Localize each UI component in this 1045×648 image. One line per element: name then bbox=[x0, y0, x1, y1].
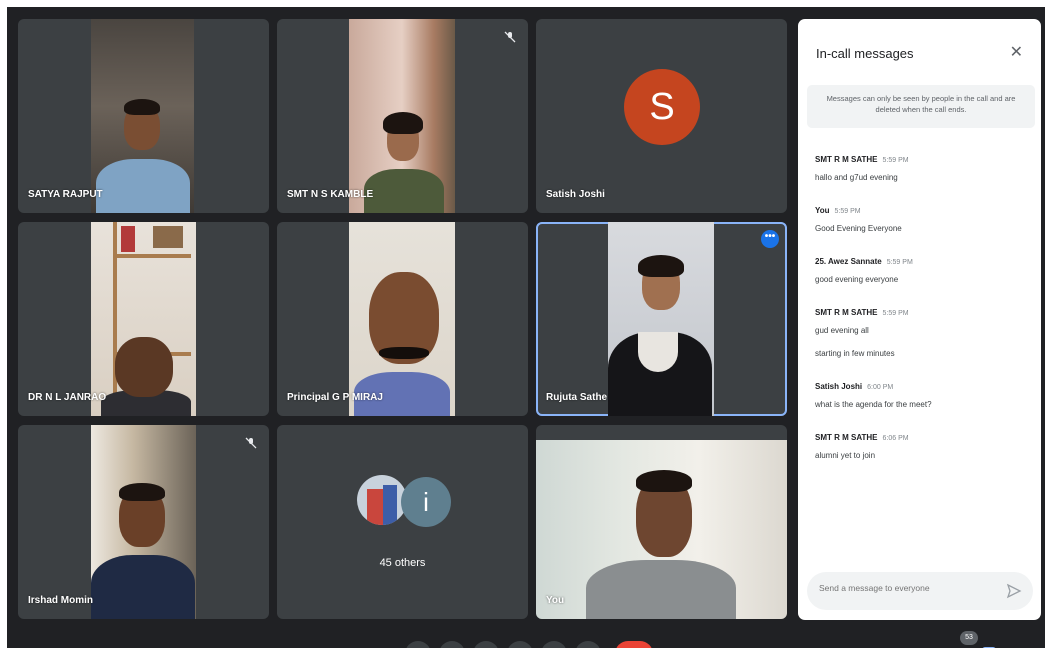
participant-name: SMT N S KAMBLE bbox=[287, 189, 374, 200]
info-avatar: i bbox=[401, 477, 451, 527]
message-text: alumni yet to join bbox=[815, 451, 876, 460]
mic-button[interactable] bbox=[405, 641, 431, 648]
message-text: starting in few minutes bbox=[815, 349, 895, 358]
participant-tile[interactable]: SMT N S KAMBLE bbox=[277, 19, 528, 213]
in-call-messages-panel: In-call messages ✕ Messages can only be … bbox=[798, 19, 1041, 620]
meet-window: SATYA RAJPUT SMT N S KAMBLE S Satish Jos… bbox=[7, 7, 1045, 648]
info-button[interactable] bbox=[912, 641, 938, 648]
message-time: 6:06 PM bbox=[882, 435, 909, 442]
participant-video bbox=[349, 19, 455, 213]
message: Satish Joshi 6:00 PM what is the agenda f… bbox=[815, 376, 1030, 409]
activities-button[interactable] bbox=[1012, 641, 1038, 648]
leave-call-button[interactable] bbox=[615, 641, 653, 648]
camera-button[interactable] bbox=[439, 641, 465, 648]
message-time: 5:59 PM bbox=[834, 208, 861, 215]
message: 25. Awez Sannate 5:59 PM good evening eve… bbox=[815, 251, 1030, 284]
participant-tile-others[interactable]: i 45 others bbox=[277, 425, 528, 619]
participant-name: SATYA RAJPUT bbox=[28, 189, 103, 200]
panel-title: In-call messages bbox=[816, 46, 914, 61]
participant-video bbox=[608, 222, 714, 416]
more-options-button[interactable] bbox=[575, 641, 601, 648]
participant-video bbox=[91, 19, 194, 213]
self-view-tile[interactable]: You bbox=[536, 425, 787, 619]
bottom-bar bbox=[7, 639, 1045, 648]
message-text: good evening everyone bbox=[815, 275, 899, 284]
send-icon[interactable] bbox=[1005, 582, 1023, 600]
message-time: 6:00 PM bbox=[867, 384, 894, 391]
message: You 5:59 PM Good Evening Everyone bbox=[815, 200, 1030, 233]
participant-name: Satish Joshi bbox=[546, 189, 605, 200]
others-photo bbox=[357, 475, 407, 525]
raise-hand-button[interactable] bbox=[507, 641, 533, 648]
participant-video bbox=[91, 222, 196, 416]
message-text: what is the agenda for the meet? bbox=[815, 400, 932, 409]
captions-button[interactable] bbox=[473, 641, 499, 648]
avatar: S bbox=[624, 69, 700, 145]
message: SMT R M SATHE 5:59 PM gud evening all sta… bbox=[815, 302, 1030, 358]
mic-off-icon bbox=[245, 437, 257, 449]
present-button[interactable] bbox=[541, 641, 567, 648]
participant-name: Principal G P MIRAJ bbox=[287, 392, 383, 403]
participant-tile[interactable]: DR N L JANRAO bbox=[18, 222, 269, 416]
close-icon[interactable]: ✕ bbox=[1010, 42, 1023, 62]
message-text: hallo and g7ud evening bbox=[815, 173, 898, 182]
message: SMT R M SATHE 6:06 PM alumni yet to join bbox=[815, 427, 1030, 460]
participant-video bbox=[91, 425, 196, 619]
message-time: 5:59 PM bbox=[882, 310, 909, 317]
self-video bbox=[536, 440, 787, 619]
message-sender: SMT R M SATHE bbox=[815, 308, 878, 317]
chat-notice: Messages can only be seen by people in t… bbox=[807, 85, 1035, 128]
participant-name: DR N L JANRAO bbox=[28, 392, 107, 403]
mic-off-icon bbox=[504, 31, 516, 43]
message-time: 5:59 PM bbox=[882, 157, 909, 164]
message-composer bbox=[807, 572, 1033, 610]
message-sender: You bbox=[815, 206, 830, 215]
participant-count-badge: 53 bbox=[960, 631, 978, 645]
participant-tile[interactable]: Irshad Momin bbox=[18, 425, 269, 619]
message: SMT R M SATHE 5:59 PM hallo and g7ud even… bbox=[815, 149, 1030, 182]
message-input[interactable] bbox=[819, 583, 999, 593]
message-text: Good Evening Everyone bbox=[815, 224, 902, 233]
message-sender: SMT R M SATHE bbox=[815, 433, 878, 442]
participant-name: You bbox=[546, 595, 565, 606]
more-options-icon[interactable]: ••• bbox=[761, 230, 779, 248]
participant-video bbox=[349, 222, 455, 416]
participant-tile[interactable]: S Satish Joshi bbox=[536, 19, 787, 213]
message-sender: 25. Awez Sannate bbox=[815, 257, 882, 266]
participant-tile-active-speaker[interactable]: ••• Rujuta Sathe bbox=[536, 222, 787, 416]
message-sender: SMT R M SATHE bbox=[815, 155, 878, 164]
participant-name: Irshad Momin bbox=[28, 595, 94, 606]
participant-name: Rujuta Sathe bbox=[546, 392, 608, 403]
others-count-label: 45 others bbox=[379, 557, 426, 569]
participant-tile[interactable]: Principal G P MIRAJ bbox=[277, 222, 528, 416]
message-sender: Satish Joshi bbox=[815, 382, 863, 391]
message-text: gud evening all bbox=[815, 326, 869, 335]
participant-tile[interactable]: SATYA RAJPUT bbox=[18, 19, 269, 213]
message-list: SMT R M SATHE 5:59 PM hallo and g7ud even… bbox=[815, 149, 1030, 478]
message-time: 5:59 PM bbox=[886, 259, 913, 266]
